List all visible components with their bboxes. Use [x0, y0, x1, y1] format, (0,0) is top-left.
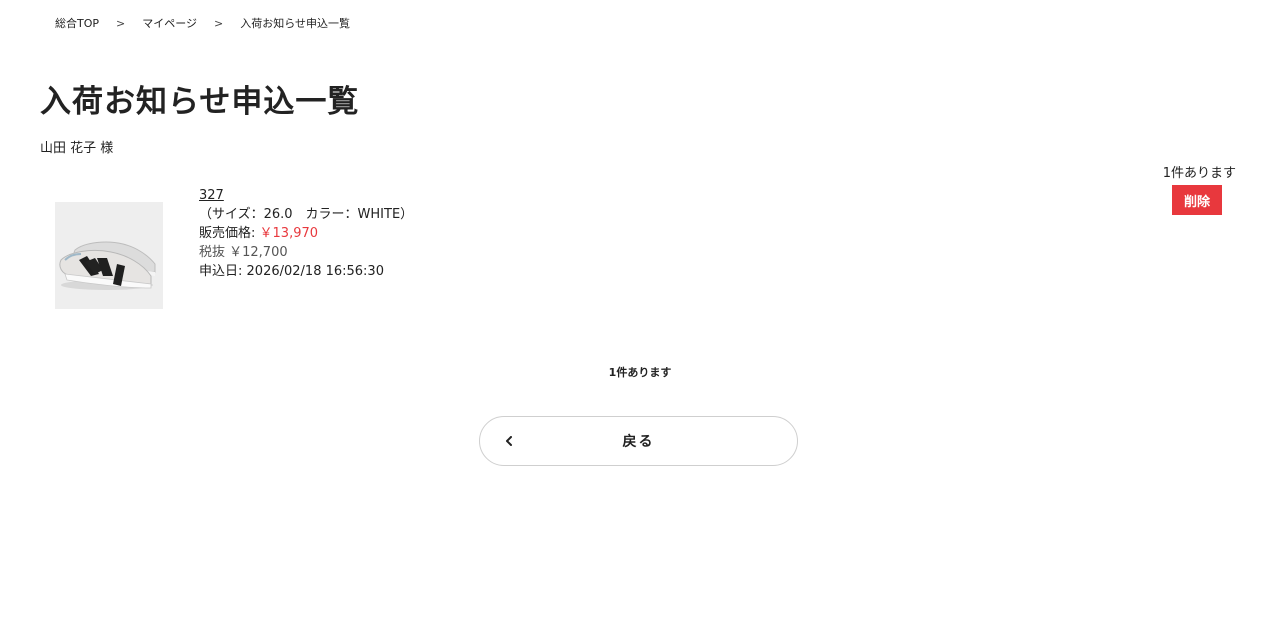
product-info: 327 （サイズ：26.0 カラー：WHITE） 販売価格: ￥13,970 税…: [199, 186, 413, 281]
result-count-top: 1件あります: [1162, 166, 1236, 181]
breadcrumb-item-current: 入荷お知らせ申込一覧: [240, 17, 351, 30]
page-title: 入荷お知らせ申込一覧: [40, 84, 360, 120]
delete-button[interactable]: 削除: [1172, 185, 1222, 215]
price-value: ￥13,970: [259, 226, 319, 241]
applied-date-value: 2026/02/18 16:56:30: [246, 264, 384, 279]
breadcrumb-separator: >: [214, 16, 224, 30]
price-tax-excluded: 税抜 ￥12,700: [199, 245, 288, 260]
breadcrumb: 総合TOP > マイページ > 入荷お知らせ申込一覧: [55, 15, 350, 31]
product-image[interactable]: [55, 202, 163, 309]
back-button[interactable]: 戻る: [479, 416, 798, 466]
chevron-left-icon: [504, 436, 514, 446]
applied-date-label: 申込日:: [199, 264, 243, 279]
result-count-bottom: 1件あります: [608, 366, 672, 379]
user-name: 山田 花子 様: [40, 141, 114, 156]
product-variant: （サイズ：26.0 カラー：WHITE）: [199, 207, 414, 222]
sneaker-image: [55, 202, 163, 309]
product-name-link[interactable]: 327: [199, 186, 224, 205]
product-price-row: 販売価格: ￥13,970: [199, 224, 413, 243]
breadcrumb-separator: >: [116, 16, 126, 30]
price-label: 販売価格:: [199, 226, 256, 241]
applied-date-row: 申込日: 2026/02/18 16:56:30: [199, 262, 413, 281]
breadcrumb-item-mypage[interactable]: マイページ: [142, 15, 197, 31]
back-button-label: 戻る: [622, 434, 655, 450]
breadcrumb-item-top[interactable]: 総合TOP: [55, 15, 99, 31]
page: 総合TOP > マイページ > 入荷お知らせ申込一覧 入荷お知らせ申込一覧 山田…: [0, 0, 1280, 634]
